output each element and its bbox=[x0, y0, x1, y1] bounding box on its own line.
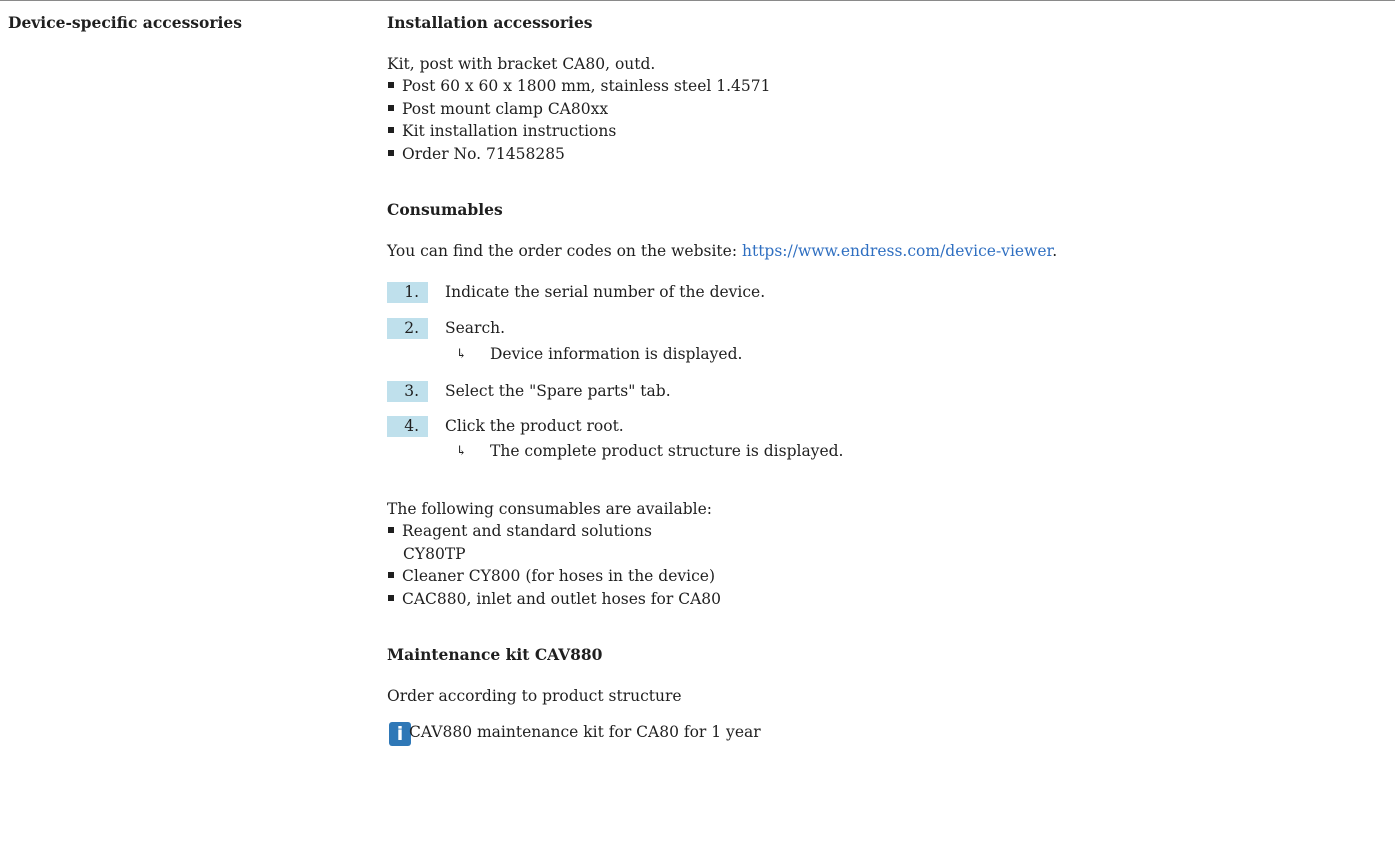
step-number: 1. bbox=[387, 282, 428, 303]
square-bullet-icon bbox=[388, 572, 394, 578]
square-bullet-icon bbox=[388, 150, 394, 156]
square-bullet-icon bbox=[388, 82, 394, 88]
step-result: The complete product structure is displa… bbox=[490, 442, 844, 460]
square-bullet-icon bbox=[388, 595, 394, 601]
list-item: CAC880, inlet and outlet hoses for CA80 bbox=[387, 590, 721, 608]
step-text: Select the "Spare parts" tab. bbox=[445, 382, 671, 400]
installation-heading: Installation accessories bbox=[387, 13, 593, 32]
device-viewer-link[interactable]: https://www.endress.com/device-viewer bbox=[742, 242, 1052, 260]
consumables-heading: Consumables bbox=[387, 200, 503, 219]
step-text: Search. bbox=[445, 319, 506, 337]
list-item: Order No. 71458285 bbox=[387, 145, 565, 163]
square-bullet-icon bbox=[388, 127, 394, 133]
step-number: 4. bbox=[387, 416, 428, 437]
list-item: Reagent and standard solutions bbox=[387, 522, 652, 540]
step-text: Indicate the serial number of the device… bbox=[445, 283, 766, 301]
list-item-continuation: CY80TP bbox=[403, 545, 466, 563]
available-intro: The following consumables are available: bbox=[387, 500, 713, 518]
step-number: 2. bbox=[387, 318, 428, 339]
step-text: Click the product root. bbox=[445, 417, 624, 435]
list-item: Kit installation instructions bbox=[387, 122, 616, 140]
side-heading: Device-specific accessories bbox=[8, 13, 242, 32]
step-result: Device information is displayed. bbox=[490, 345, 743, 363]
list-item: Post mount clamp CA80xx bbox=[387, 100, 608, 118]
maintenance-note: CAV880 maintenance kit for CA80 for 1 ye… bbox=[409, 723, 761, 741]
list-item: Cleaner CY800 (for hoses in the device) bbox=[387, 567, 715, 585]
square-bullet-icon bbox=[388, 105, 394, 111]
top-rule bbox=[0, 0, 1395, 1]
step-number: 3. bbox=[387, 381, 428, 402]
maintenance-text: Order according to product structure bbox=[387, 687, 682, 705]
square-bullet-icon bbox=[388, 527, 394, 533]
list-item: Post 60 x 60 x 1800 mm, stainless steel … bbox=[387, 77, 770, 95]
result-arrow-icon: ↳ bbox=[456, 444, 467, 459]
info-icon: i bbox=[389, 722, 411, 746]
consumables-intro: You can find the order codes on the webs… bbox=[387, 242, 1058, 260]
maintenance-heading: Maintenance kit CAV880 bbox=[387, 645, 603, 664]
kit-title: Kit, post with bracket CA80, outd. bbox=[387, 55, 656, 73]
result-arrow-icon: ↳ bbox=[456, 347, 467, 362]
